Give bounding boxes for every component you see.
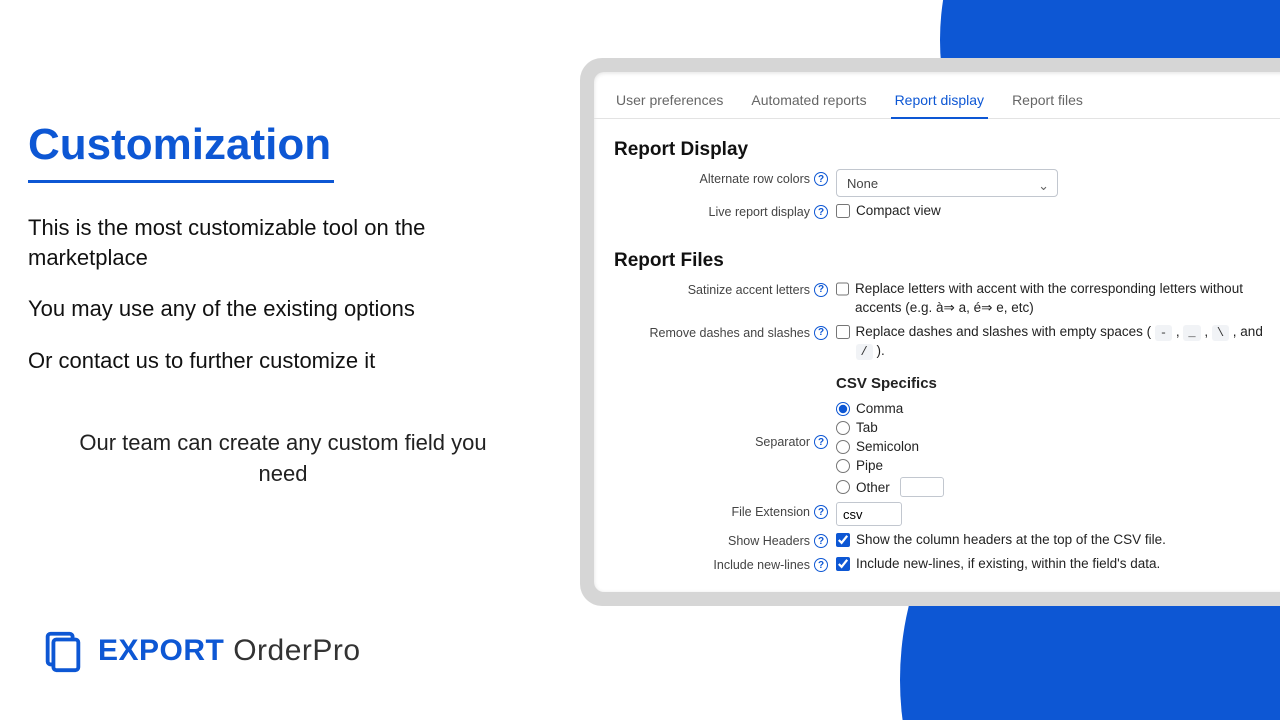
alternate-row-colors-label: Alternate row colors: [700, 172, 810, 186]
tab-bar: User preferences Automated reports Repor…: [594, 82, 1280, 119]
separator-option-other[interactable]: Other: [836, 477, 1280, 497]
separator-option-semicolon[interactable]: Semicolon: [836, 439, 1280, 454]
alternate-row-colors-select[interactable]: None ⌄: [836, 169, 1058, 197]
help-icon[interactable]: ?: [814, 172, 828, 186]
compact-view-label: Compact view: [856, 202, 941, 221]
tab-automated-reports[interactable]: Automated reports: [747, 86, 870, 118]
live-report-display-label: Live report display: [709, 205, 810, 219]
chevron-down-icon: ⌄: [1038, 178, 1049, 194]
headline-underline: [28, 180, 334, 183]
help-icon[interactable]: ?: [814, 283, 828, 297]
separator-option-comma[interactable]: Comma: [836, 401, 1280, 416]
brand: EXPORT OrderPro: [40, 628, 361, 674]
file-extension-input[interactable]: [836, 502, 902, 526]
tab-report-display[interactable]: Report display: [891, 86, 989, 118]
remove-dashes-checkbox[interactable]: Replace dashes and slashes with empty sp…: [836, 323, 1280, 361]
headline: Customization: [28, 120, 538, 170]
help-icon[interactable]: ?: [814, 505, 828, 519]
help-icon[interactable]: ?: [814, 558, 828, 572]
report-display-heading: Report Display: [614, 139, 1280, 161]
sanitize-accent-label: Satinize accent letters: [688, 283, 810, 297]
brand-bold: EXPORT: [98, 634, 224, 667]
separator-option-pipe[interactable]: Pipe: [836, 458, 1280, 473]
sanitize-accent-checkbox[interactable]: Replace letters with accent with the cor…: [836, 280, 1280, 318]
file-extension-label: File Extension: [731, 505, 810, 519]
tab-report-files[interactable]: Report files: [1008, 86, 1087, 118]
marketing-line-1: This is the most customizable tool on th…: [28, 213, 538, 272]
separator-option-tab[interactable]: Tab: [836, 420, 1280, 435]
include-newlines-label: Include new-lines: [713, 558, 810, 572]
show-headers-label: Show Headers: [728, 534, 810, 548]
separator-radio-group: Comma Tab Semicolon Pipe Other: [836, 401, 1280, 497]
help-icon[interactable]: ?: [814, 326, 828, 340]
report-files-heading: Report Files: [614, 250, 1280, 272]
separator-other-input[interactable]: [900, 477, 944, 497]
help-icon[interactable]: ?: [814, 435, 828, 449]
app-screen: User preferences Automated reports Repor…: [594, 72, 1280, 592]
show-headers-text: Show the column headers at the top of th…: [856, 531, 1166, 550]
csv-specifics-heading: CSV Specifics: [836, 375, 1280, 392]
include-newlines-text: Include new-lines, if existing, within t…: [856, 555, 1160, 574]
section-report-files: Report Files Satinize accent letters ? R…: [594, 230, 1280, 583]
marketing-line-3: Or contact us to further customize it: [28, 346, 538, 376]
device-frame: User preferences Automated reports Repor…: [580, 58, 1280, 606]
marketing-center: Our team can create any custom field you…: [28, 398, 538, 490]
remove-dashes-label: Remove dashes and slashes: [649, 326, 810, 340]
separator-label: Separator: [755, 435, 810, 449]
marketing-copy: Customization This is the most customiza…: [28, 120, 538, 511]
show-headers-checkbox[interactable]: Show the column headers at the top of th…: [836, 531, 1280, 550]
help-icon[interactable]: ?: [814, 205, 828, 219]
brand-logo-icon: [40, 628, 86, 674]
section-report-display: Report Display Alternate row colors ? No…: [594, 119, 1280, 230]
help-icon[interactable]: ?: [814, 534, 828, 548]
tab-user-preferences[interactable]: User preferences: [612, 86, 727, 118]
compact-view-checkbox[interactable]: Compact view: [836, 202, 1280, 221]
brand-light: OrderPro: [233, 634, 360, 667]
sanitize-accent-text: Replace letters with accent with the cor…: [855, 280, 1280, 318]
remove-dashes-text: Replace dashes and slashes with empty sp…: [856, 323, 1280, 361]
alternate-row-colors-value: None: [847, 176, 878, 191]
marketing-line-2: You may use any of the existing options: [28, 294, 538, 324]
include-newlines-checkbox[interactable]: Include new-lines, if existing, within t…: [836, 555, 1280, 574]
